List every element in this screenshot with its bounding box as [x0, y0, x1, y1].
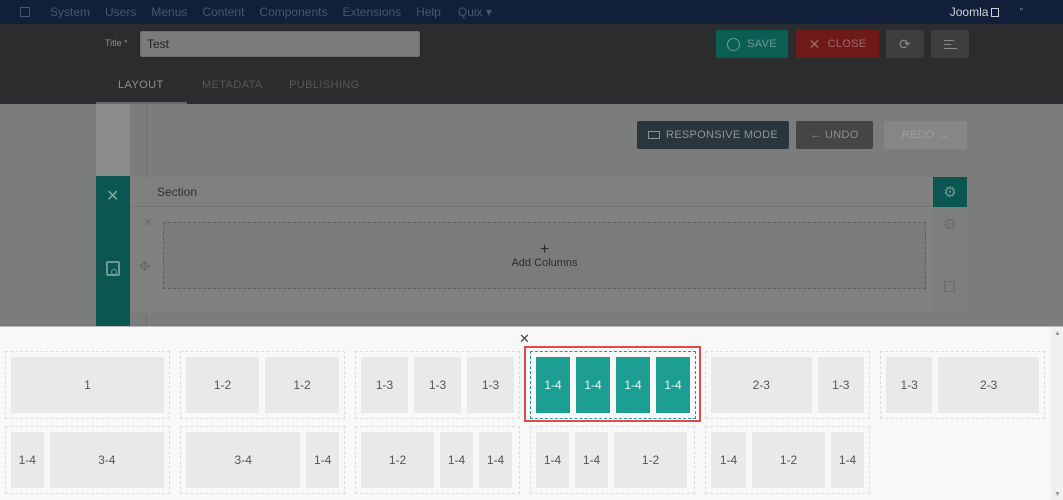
layout-option[interactable]: 1-2 1-2 [180, 351, 345, 419]
layout-column: 1-3 [414, 357, 461, 413]
layout-column: 2-3 [711, 357, 812, 413]
add-columns-label: Add Columns [511, 256, 578, 269]
row-layout-icon[interactable] [944, 281, 955, 292]
tab-layout[interactable]: LAYOUT [118, 79, 164, 91]
layout-option[interactable]: 1-4 1-2 1-4 [705, 426, 870, 494]
layout-column: 3-4 [49, 432, 164, 488]
nav-users[interactable]: Users [105, 5, 136, 19]
layout-option[interactable]: 1-4 1-4 1-2 [530, 426, 695, 494]
layout-option[interactable]: 1-3 1-3 1-3 [355, 351, 520, 419]
toolbar: Title * SAVE ✕ CLOSE ⟳ [0, 24, 1063, 67]
user-menu[interactable]: " [1019, 7, 1023, 18]
close-picker-icon[interactable]: ✕ [519, 331, 530, 347]
responsive-mode-button[interactable]: RESPONSIVE MODE [637, 121, 789, 149]
layout-column: 1-4 [711, 432, 746, 488]
nav-help[interactable]: Help [416, 5, 441, 19]
redo-button[interactable]: REDO → [884, 121, 967, 149]
layout-option[interactable]: 1 [5, 351, 170, 419]
external-link-icon [991, 8, 1000, 17]
section-label: Section [157, 185, 198, 199]
row-settings-icon[interactable]: ⚙ [943, 215, 956, 233]
remove-section-icon[interactable]: ✕ [106, 186, 119, 206]
refresh-button[interactable]: ⟳ [886, 30, 924, 58]
save-circle-icon [727, 37, 741, 51]
layout-column: 2-3 [938, 357, 1039, 413]
layout-column: 1-2 [614, 432, 687, 488]
layout-column: 1-4 [11, 432, 44, 488]
responsive-label: RESPONSIVE MODE [665, 129, 779, 141]
row-tools: ⚙ [933, 207, 967, 313]
layout-column: 1-3 [817, 357, 864, 413]
save-button[interactable]: SAVE [716, 30, 788, 58]
column-layout-picker: ✕ 1 1-2 1-2 1-3 1-3 1-3 1-4 1-4 1-4 1-4 2-3 1-3 1-3 2… [0, 326, 1063, 500]
close-label: CLOSE [827, 38, 867, 50]
layout-option[interactable]: 1-2 1-4 1-4 [355, 426, 520, 494]
menu-button[interactable] [931, 30, 969, 58]
remove-row-icon[interactable]: ✕ [143, 215, 153, 229]
title-input[interactable] [140, 31, 420, 57]
site-label: Joomla [949, 5, 989, 19]
undo-button[interactable]: ← UNDO [796, 121, 873, 149]
nav-system[interactable]: System [50, 5, 90, 19]
scrollbar[interactable]: ▲ ▼ [1051, 327, 1063, 500]
close-button[interactable]: ✕ CLOSE [796, 30, 879, 58]
nav-components[interactable]: Components [259, 5, 327, 19]
layout-column: 1-3 [361, 357, 408, 413]
section-header[interactable]: Section [130, 177, 933, 207]
nav-content[interactable]: Content [202, 5, 244, 19]
site-link[interactable]: Joomla [950, 5, 1000, 19]
section-sidebar: ✕ [96, 176, 130, 326]
layout-column: 1-2 [752, 432, 825, 488]
builder-canvas: ✕ RESPONSIVE MODE ← UNDO REDO → Section … [0, 104, 1063, 326]
close-icon: ✕ [808, 35, 821, 52]
layout-column: 1-3 [467, 357, 514, 413]
title-label: Title * [105, 38, 128, 48]
layout-column: 1-4 [536, 432, 569, 488]
nav-extensions[interactable]: Extensions [342, 5, 401, 19]
nav-quix[interactable]: Quix ▾ [458, 5, 492, 19]
layout-column: 1-2 [361, 432, 434, 488]
layout-option[interactable]: 3-4 1-4 [180, 426, 345, 494]
section-settings-button[interactable]: ⚙ [933, 177, 967, 207]
layout-column: 1-4 [306, 432, 339, 488]
scroll-down-icon[interactable]: ▼ [1054, 491, 1061, 498]
plus-icon: + [539, 240, 550, 258]
selected-layout-highlight [524, 346, 701, 422]
gear-icon: ⚙ [943, 184, 957, 201]
sidebar-handle [96, 104, 130, 176]
layout-column: 1-4 [440, 432, 473, 488]
layout-column: 1-4 [479, 432, 512, 488]
tab-metadata[interactable]: METADATA [202, 79, 263, 91]
menu-icon [943, 37, 957, 52]
move-row-icon[interactable]: ✥ [139, 258, 151, 275]
tab-bar: LAYOUT METADATA PUBLISHING [0, 67, 1063, 104]
layout-column: 3-4 [186, 432, 301, 488]
save-section-icon[interactable] [106, 261, 120, 276]
nav-menus[interactable]: Menus [151, 5, 187, 19]
joomla-logo-icon[interactable] [20, 7, 30, 17]
layout-column: 1-4 [575, 432, 608, 488]
refresh-icon: ⟳ [898, 35, 912, 52]
layout-option[interactable]: 1-3 2-3 [880, 351, 1045, 419]
add-columns-button[interactable]: + Add Columns [163, 222, 926, 289]
layout-column: 1-4 [831, 432, 864, 488]
layout-column: 1-2 [186, 357, 259, 413]
tab-publishing[interactable]: PUBLISHING [289, 79, 360, 91]
layout-column: 1 [11, 357, 164, 413]
devices-icon [647, 131, 660, 139]
layout-column: 1-3 [886, 357, 933, 413]
save-label: SAVE [747, 38, 777, 50]
layout-option[interactable]: 2-3 1-3 [705, 351, 870, 419]
layout-option[interactable]: 1-4 3-4 [5, 426, 170, 494]
top-navbar: System Users Menus Content Components Ex… [0, 0, 1063, 24]
layout-column: 1-2 [265, 357, 339, 413]
scroll-up-icon[interactable]: ▲ [1054, 330, 1061, 337]
